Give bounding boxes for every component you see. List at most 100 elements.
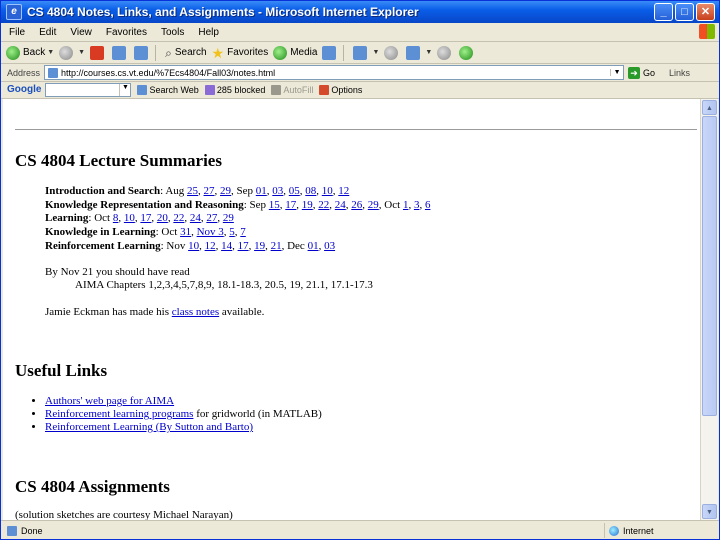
lecture-link[interactable]: 05: [289, 185, 300, 197]
lecture-link[interactable]: 14: [221, 240, 232, 252]
stop-button[interactable]: [90, 45, 107, 60]
lecture-link[interactable]: 10: [188, 240, 199, 252]
back-button[interactable]: Back ▼: [6, 45, 54, 60]
google-search-input[interactable]: ▼: [45, 82, 132, 97]
lecture-link[interactable]: 12: [205, 240, 216, 252]
chevron-down-icon[interactable]: ▼: [78, 49, 85, 56]
lecture-link[interactable]: 08: [305, 185, 316, 197]
lecture-link[interactable]: 24: [335, 199, 346, 211]
messenger-button[interactable]: [459, 45, 476, 60]
lecture-link[interactable]: 1: [403, 199, 409, 211]
links-button[interactable]: Links: [669, 68, 690, 78]
search-icon: ⌕: [165, 45, 172, 60]
list-item: Reinforcement learning programs for grid…: [45, 408, 322, 421]
menu-view[interactable]: View: [70, 27, 92, 38]
lecture-link[interactable]: 17: [238, 240, 249, 252]
lecture-link[interactable]: 26: [351, 199, 362, 211]
lecture-link[interactable]: 31: [180, 226, 191, 238]
lecture-link[interactable]: 27: [204, 185, 215, 197]
mail-button[interactable]: ▼: [353, 45, 379, 60]
scroll-up-icon[interactable]: ▲: [702, 100, 717, 115]
autofill-button[interactable]: AutoFill: [271, 84, 313, 95]
edit-button[interactable]: ▼: [406, 45, 432, 60]
kil-label: Knowledge in Learning: [45, 226, 156, 238]
chevron-down-icon[interactable]: ▼: [610, 69, 623, 76]
window-title: CS 4804 Notes, Links, and Assignments - …: [27, 5, 419, 19]
lecture-link[interactable]: 17: [140, 212, 151, 224]
chevron-down-icon[interactable]: ▼: [372, 49, 379, 56]
edit-icon: [406, 45, 421, 60]
lecture-link[interactable]: 03: [272, 185, 283, 197]
refresh-button[interactable]: [112, 45, 129, 60]
lecture-link[interactable]: 25: [187, 185, 198, 197]
options-button[interactable]: Options: [319, 84, 362, 95]
forward-button[interactable]: ▼: [59, 45, 85, 60]
status-bar: Done Internet: [1, 520, 719, 539]
chevron-down-icon[interactable]: ▼: [425, 49, 432, 56]
lecture-link[interactable]: 17: [285, 199, 296, 211]
home-button[interactable]: [134, 45, 151, 60]
google-logo[interactable]: Google: [7, 84, 41, 95]
lecture-link[interactable]: 15: [269, 199, 280, 211]
sutton-barto-link[interactable]: Reinforcement Learning (By Sutton and Ba…: [45, 421, 253, 433]
scroll-down-icon[interactable]: ▼: [702, 504, 717, 519]
rl-programs-link[interactable]: Reinforcement learning programs: [45, 408, 193, 420]
scroll-thumb[interactable]: [702, 116, 717, 416]
menu-tools[interactable]: Tools: [161, 27, 184, 38]
lecture-link[interactable]: 29: [220, 185, 231, 197]
maximize-button[interactable]: □: [675, 3, 694, 21]
menu-help[interactable]: Help: [198, 27, 219, 38]
print-button[interactable]: [384, 45, 401, 60]
lecture-link[interactable]: 7: [240, 226, 246, 238]
lecture-link[interactable]: 29: [223, 212, 234, 224]
lecture-link[interactable]: 03: [324, 240, 335, 252]
search-button[interactable]: ⌕ Search: [165, 46, 206, 60]
address-input[interactable]: http://courses.cs.vt.edu/%7Ecs4804/Fall0…: [44, 65, 625, 80]
menu-edit[interactable]: Edit: [39, 27, 56, 38]
lecture-link[interactable]: 24: [190, 212, 201, 224]
lecture-link[interactable]: 29: [368, 199, 379, 211]
lecture-link[interactable]: 01: [256, 185, 267, 197]
useful-links-heading: Useful Links: [15, 361, 108, 380]
lecture-link[interactable]: 10: [322, 185, 333, 197]
security-zone: Internet: [604, 523, 719, 538]
page-icon: [48, 67, 59, 78]
title-bar[interactable]: e CS 4804 Notes, Links, and Assignments …: [1, 1, 719, 23]
lecture-link[interactable]: 19: [254, 240, 265, 252]
close-button[interactable]: ✕: [696, 3, 715, 21]
go-button[interactable]: ➜ Go: [628, 66, 655, 79]
menu-favorites[interactable]: Favorites: [106, 27, 147, 38]
discuss-button[interactable]: [437, 45, 454, 60]
lecture-link[interactable]: 27: [206, 212, 217, 224]
lecture-link[interactable]: 3: [414, 199, 420, 211]
address-url[interactable]: http://courses.cs.vt.edu/%7Ecs4804/Fall0…: [61, 68, 610, 78]
class-notes-link[interactable]: class notes: [172, 306, 219, 318]
lecture-link[interactable]: 19: [302, 199, 313, 211]
lecture-link[interactable]: 6: [425, 199, 431, 211]
popup-blocker-button[interactable]: 285 blocked: [204, 84, 265, 95]
status-text: Done: [21, 525, 43, 536]
aima-link[interactable]: Authors' web page for AIMA: [45, 395, 174, 407]
history-button[interactable]: [322, 45, 339, 60]
menu-file[interactable]: File: [9, 27, 25, 38]
lecture-link[interactable]: 22: [318, 199, 329, 211]
lecture-link[interactable]: 5: [229, 226, 235, 238]
lecture-link[interactable]: 01: [308, 240, 319, 252]
mail-icon: [353, 45, 368, 60]
search-web-button[interactable]: Search Web: [137, 84, 199, 95]
lecture-link[interactable]: 22: [173, 212, 184, 224]
chevron-down-icon[interactable]: ▼: [47, 49, 54, 56]
lecture-link[interactable]: 8: [113, 212, 119, 224]
lecture-link[interactable]: 20: [157, 212, 168, 224]
lecture-link[interactable]: 12: [338, 185, 349, 197]
media-button[interactable]: Media: [273, 45, 317, 60]
lecture-link[interactable]: 10: [124, 212, 135, 224]
minimize-button[interactable]: _: [654, 3, 673, 21]
vertical-scrollbar[interactable]: ▲ ▼: [700, 99, 718, 520]
lecture-link[interactable]: Nov 3: [197, 226, 224, 238]
stop-icon: [90, 45, 105, 60]
discuss-icon: [437, 45, 452, 60]
favorites-button[interactable]: ★ Favorites: [212, 46, 269, 60]
chevron-down-icon[interactable]: ▼: [119, 83, 130, 96]
lecture-link[interactable]: 21: [271, 240, 282, 252]
